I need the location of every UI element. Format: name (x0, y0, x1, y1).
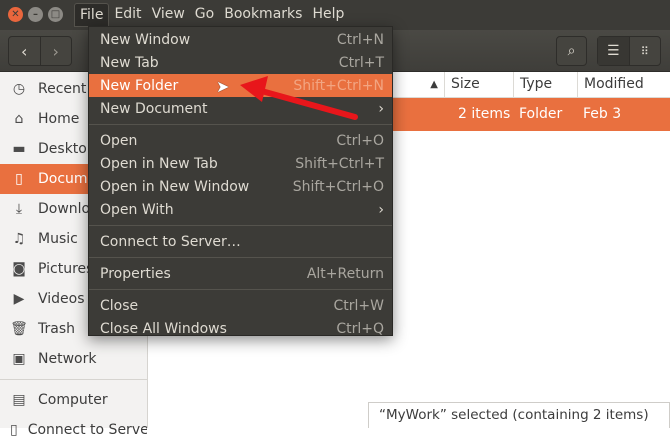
annotation-arrow-icon (240, 76, 358, 120)
